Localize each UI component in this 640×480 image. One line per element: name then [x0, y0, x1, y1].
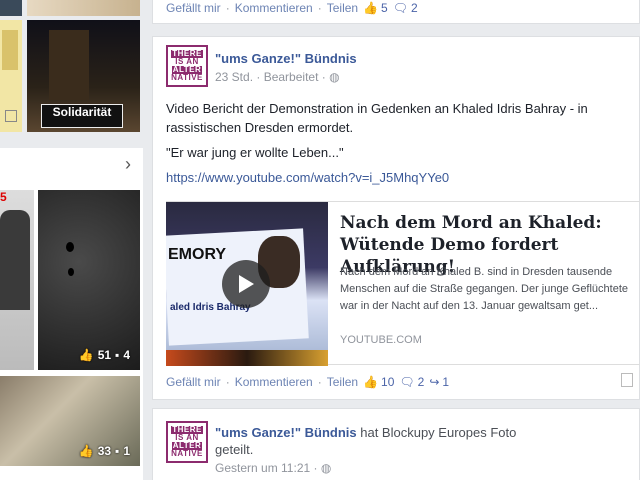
like-icon: 👍	[78, 444, 94, 458]
photo-thumb-top-left[interactable]	[0, 0, 22, 16]
page-avatar[interactable]: THERE IS AN ALTER NATIVE	[166, 421, 208, 463]
photos-header-card: ›	[0, 148, 143, 182]
comment-bubble-icon: 🗨	[392, 1, 408, 15]
photo1-counts: 👍 51 ▪ 4	[78, 348, 130, 362]
photo-dark-wall[interactable]: 👍 51 ▪ 4	[38, 190, 140, 370]
likes-count[interactable]: 👍 5	[363, 1, 388, 15]
comments-count[interactable]: 🗨 2	[399, 375, 424, 389]
play-icon	[239, 275, 254, 293]
banner-word: EMORY	[168, 246, 227, 263]
comment-link[interactable]: Kommentieren	[235, 375, 313, 389]
post-time[interactable]: Gestern um 11:21	[215, 461, 310, 475]
comment-icon: ▪	[115, 348, 120, 362]
top-post: Gefällt mir · Kommentieren · Teilen 👍 5 🗨 2	[152, 0, 640, 24]
comment-link[interactable]: Kommentieren	[235, 1, 313, 15]
page-avatar[interactable]: THERE IS AN ALTER NATIVE	[166, 45, 208, 87]
likes-count[interactable]: 👍 10	[363, 375, 394, 389]
post-text: Video Bericht der Demonstration in Geden…	[166, 99, 640, 185]
comment-icon: ▪	[115, 444, 120, 458]
author-name[interactable]: "ums Ganze!" Bündnis	[215, 425, 357, 440]
post-shared-photo: THERE IS AN ALTER NATIVE "ums Ganze!" Bünd…	[152, 408, 640, 480]
like-link[interactable]: Gefällt mir	[166, 1, 221, 15]
comment-bubble-icon: 🗨	[399, 375, 415, 389]
edited-label[interactable]: Bearbeitet	[264, 70, 319, 84]
chevron-right-icon[interactable]: ›	[125, 154, 131, 175]
photo-portrait[interactable]: 5	[0, 190, 34, 370]
globe-icon: ◍	[320, 461, 332, 475]
video-thumbnail[interactable]: EMORY aled Idris Bahray	[166, 202, 328, 366]
close-icon	[5, 110, 17, 122]
author-name[interactable]: "ums Ganze!" Bündnis	[215, 51, 357, 66]
post1-actions: Gefällt mir · Kommentieren · Teilen 👍 10 🗨 2…	[166, 375, 450, 389]
shares-count[interactable]: ↪ 1	[429, 375, 449, 389]
preview-description: Nach dem Mord an Khaled B. sind in Dresd…	[340, 266, 629, 312]
post-time[interactable]: 23 Std.	[215, 70, 253, 84]
post-video-report: THERE IS AN ALTER NATIVE "ums Ganze!" Bünd…	[152, 36, 640, 400]
post2-header: "ums Ganze!" Bündnis hat Blockupy Europe…	[215, 425, 517, 475]
thumbs-up-icon: 👍	[363, 1, 379, 15]
comment-box-icon[interactable]	[621, 373, 633, 387]
like-icon: 👍	[78, 348, 94, 362]
photo-thumb-top-right[interactable]	[27, 0, 140, 16]
preview-source: YOUTUBE.COM	[340, 334, 422, 346]
photo2-counts: 👍 33 ▪ 1	[78, 444, 130, 458]
photo-industrial[interactable]: 👍 33 ▪ 1	[0, 376, 140, 466]
poster-thumb[interactable]	[0, 20, 22, 132]
share-link[interactable]: Teilen	[327, 1, 358, 15]
share-action-text: hat Blockupy Europes Foto	[360, 425, 517, 440]
demo-photo-solidaritaet[interactable]: Solidarität	[27, 20, 140, 132]
left-column: Solidarität › 5 👍 51 ▪ 4 👍 33 ▪ 1	[0, 0, 143, 480]
photos-grid-card: 5 👍 51 ▪ 4 👍 33 ▪ 1	[0, 182, 143, 480]
post-header: "ums Ganze!" Bündnis 23 Std. · Bearbeite…	[215, 51, 357, 84]
globe-icon: ◍	[329, 70, 340, 84]
thumbs-up-icon: 👍	[363, 375, 379, 389]
share-arrow-icon: ↪	[429, 375, 440, 389]
comments-count[interactable]: 🗨 2	[393, 1, 418, 15]
play-button[interactable]	[222, 260, 270, 308]
link-preview[interactable]: EMORY aled Idris Bahray Nach dem Mord an…	[166, 201, 640, 366]
youtube-link[interactable]: https://www.youtube.com/watch?v=i_J5MhqY…	[166, 170, 640, 185]
share-link[interactable]: Teilen	[327, 375, 358, 389]
like-link[interactable]: Gefällt mir	[166, 375, 221, 389]
solidarity-banner: Solidarität	[41, 104, 123, 128]
quote: "Er war jung er wollte Leben..."	[166, 145, 344, 160]
